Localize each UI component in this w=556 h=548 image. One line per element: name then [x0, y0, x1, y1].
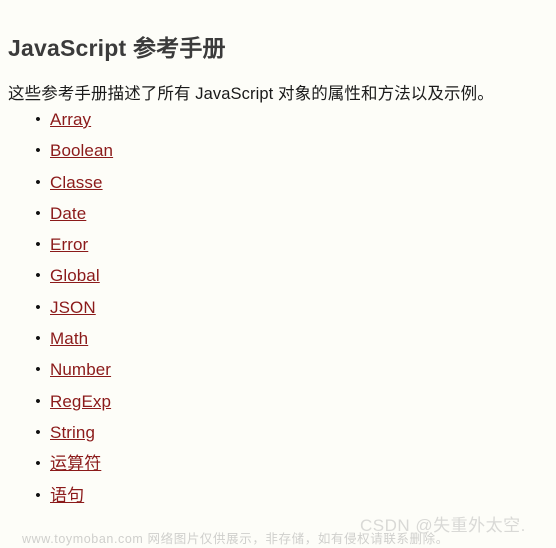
reference-link-error[interactable]: Error [50, 235, 88, 254]
intro-paragraph: 这些参考手册描述了所有 JavaScript 对象的属性和方法以及示例。 [8, 84, 494, 103]
reference-link-global[interactable]: Global [50, 266, 100, 285]
bullet-icon: • [35, 111, 41, 128]
reference-link-classe[interactable]: Classe [50, 173, 103, 192]
list-item: • Error [35, 229, 556, 260]
list-item: • Math [35, 323, 556, 354]
reference-link-string[interactable]: String [50, 423, 95, 442]
list-item: • 语句 [35, 480, 556, 511]
list-item: • 运算符 [35, 448, 556, 479]
bullet-icon: • [35, 361, 41, 379]
reference-link-regexp[interactable]: RegExp [50, 392, 111, 411]
bullet-icon: • [35, 298, 41, 316]
list-item: • Number [35, 354, 556, 385]
reference-link-json[interactable]: JSON [50, 298, 96, 317]
list-item: • Array [35, 104, 556, 135]
reference-link-boolean[interactable]: Boolean [50, 141, 113, 160]
document-page: JavaScript 参考手册 这些参考手册描述了所有 JavaScript 对… [0, 0, 556, 548]
reference-link-array[interactable]: Array [50, 110, 91, 129]
reference-link-operators[interactable]: 运算符 [50, 454, 101, 473]
list-item: • Date [35, 198, 556, 229]
list-item: • Global [35, 260, 556, 291]
reference-link-list: • Array • Boolean • Classe • Date • Erro… [0, 104, 556, 511]
bullet-icon: • [35, 142, 41, 160]
bullet-icon: • [35, 267, 41, 285]
bullet-icon: • [35, 236, 41, 254]
bullet-icon: • [35, 486, 41, 504]
list-item: • Classe [35, 167, 556, 198]
list-item: • Boolean [35, 135, 556, 166]
bullet-icon: • [35, 204, 41, 222]
reference-link-date[interactable]: Date [50, 204, 86, 223]
list-item: • String [35, 417, 556, 448]
reference-link-number[interactable]: Number [50, 360, 111, 379]
bullet-icon: • [35, 173, 41, 191]
reference-link-statements[interactable]: 语句 [50, 486, 84, 505]
page-title: JavaScript 参考手册 [8, 35, 226, 62]
bullet-icon: • [35, 330, 41, 348]
csdn-watermark: CSDN @失重外太空. [360, 516, 526, 535]
list-item: • RegExp [35, 386, 556, 417]
bullet-icon: • [35, 392, 41, 410]
reference-link-math[interactable]: Math [50, 329, 88, 348]
list-item: • JSON [35, 292, 556, 323]
bullet-icon: • [35, 455, 41, 473]
bullet-icon: • [35, 423, 41, 441]
